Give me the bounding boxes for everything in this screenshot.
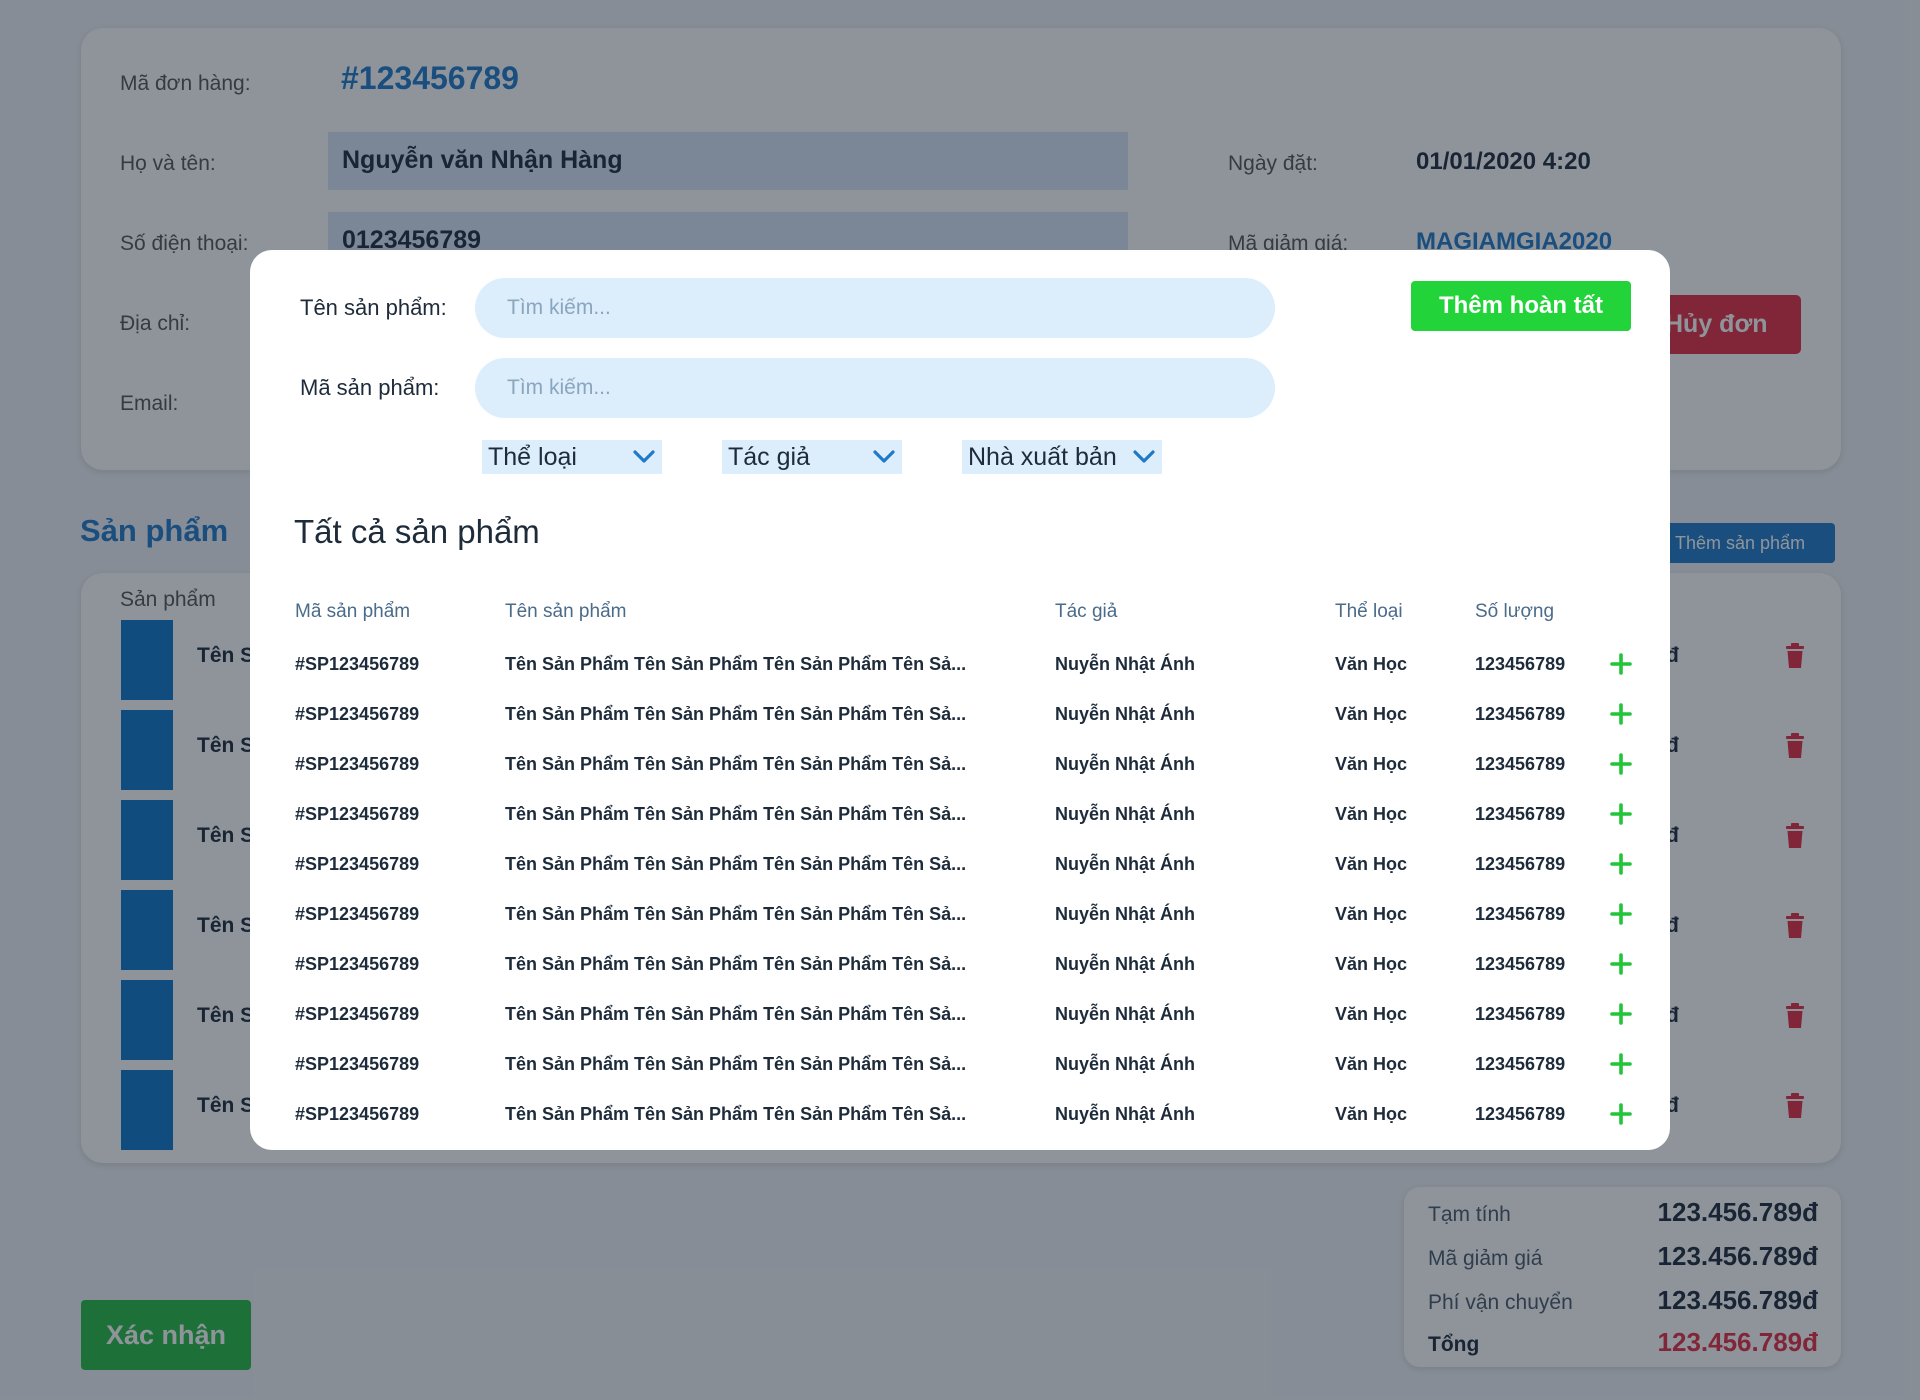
product-code-cell: #SP123456789 [295,1054,420,1074]
publisher-filter-label: Nhà xuất bản [968,443,1117,471]
product-author-cell: Nuyễn Nhật Ánh [1055,1004,1196,1024]
plus-icon[interactable] [1610,753,1632,775]
plus-icon[interactable] [1610,853,1632,875]
table-row: #SP123456789 Tên Sản Phẩm Tên Sản Phẩm Tê… [250,639,1670,689]
product-category-cell: Văn Học [1335,854,1408,874]
product-author-cell: Nuyễn Nhật Ánh [1055,804,1196,824]
plus-icon[interactable] [1610,703,1632,725]
table-row: #SP123456789 Tên Sản Phẩm Tên Sản Phẩm Tê… [250,989,1670,1039]
product-name-cell: Tên Sản Phẩm Tên Sản Phẩm Tên Sản Phẩm T… [505,854,967,874]
product-category-cell: Văn Học [1335,804,1408,824]
modal-title: Tất cả sản phẩm [294,513,540,550]
product-quantity-cell: 123456789 [1475,1054,1566,1074]
product-author-cell: Nuyễn Nhật Ánh [1055,854,1196,874]
product-code-cell: #SP123456789 [295,654,420,674]
plus-icon[interactable] [1610,1003,1632,1025]
plus-icon[interactable] [1610,803,1632,825]
column-header-author: Tác giả [1055,601,1118,622]
chevron-down-icon [873,450,895,463]
product-code-cell: #SP123456789 [295,854,420,874]
product-quantity-cell: 123456789 [1475,654,1566,674]
product-code-cell: #SP123456789 [295,704,420,724]
product-code-cell: #SP123456789 [295,1004,420,1024]
plus-icon[interactable] [1610,953,1632,975]
table-row: #SP123456789 Tên Sản Phẩm Tên Sản Phẩm Tê… [250,789,1670,839]
product-author-cell: Nuyễn Nhật Ánh [1055,754,1196,774]
product-name-cell: Tên Sản Phẩm Tên Sản Phẩm Tên Sản Phẩm T… [505,754,967,774]
product-category-cell: Văn Học [1335,954,1408,974]
table-row: #SP123456789 Tên Sản Phẩm Tên Sản Phẩm Tê… [250,689,1670,739]
column-header-name: Tên sản phẩm [505,601,627,622]
plus-icon[interactable] [1610,653,1632,675]
product-name-cell: Tên Sản Phẩm Tên Sản Phẩm Tên Sản Phẩm T… [505,1054,967,1074]
finish-adding-button[interactable]: Thêm hoàn tất [1411,281,1631,331]
product-name-cell: Tên Sản Phẩm Tên Sản Phẩm Tên Sản Phẩm T… [505,654,967,674]
chevron-down-icon [633,450,655,463]
table-row: #SP123456789 Tên Sản Phẩm Tên Sản Phẩm Tê… [250,1039,1670,1089]
product-category-cell: Văn Học [1335,704,1408,724]
product-quantity-cell: 123456789 [1475,754,1566,774]
product-code-cell: #SP123456789 [295,804,420,824]
product-author-cell: Nuyễn Nhật Ánh [1055,954,1196,974]
table-row: #SP123456789 Tên Sản Phẩm Tên Sản Phẩm Tê… [250,739,1670,789]
column-header-code: Mã sản phẩm [295,601,411,622]
product-code-cell: #SP123456789 [295,1104,420,1124]
product-category-cell: Văn Học [1335,1054,1408,1074]
table-row: #SP123456789 Tên Sản Phẩm Tên Sản Phẩm Tê… [250,839,1670,889]
product-quantity-cell: 123456789 [1475,1104,1566,1124]
plus-icon[interactable] [1610,1053,1632,1075]
product-category-cell: Văn Học [1335,1004,1408,1024]
product-category-cell: Văn Học [1335,1104,1408,1124]
product-quantity-cell: 123456789 [1475,954,1566,974]
product-code-cell: #SP123456789 [295,904,420,924]
author-filter-dropdown[interactable]: Tác giả [722,440,902,474]
plus-icon[interactable] [1610,1103,1632,1125]
product-name-cell: Tên Sản Phẩm Tên Sản Phẩm Tên Sản Phẩm T… [505,904,967,924]
category-filter-dropdown[interactable]: Thể loại [482,440,662,474]
code-search-input[interactable] [475,358,1275,418]
product-quantity-cell: 123456789 [1475,904,1566,924]
product-author-cell: Nuyễn Nhật Ánh [1055,904,1196,924]
product-category-cell: Văn Học [1335,904,1408,924]
table-row: #SP123456789 Tên Sản Phẩm Tên Sản Phẩm Tê… [250,889,1670,939]
product-name-cell: Tên Sản Phẩm Tên Sản Phẩm Tên Sản Phẩm T… [505,1004,967,1024]
product-name-cell: Tên Sản Phẩm Tên Sản Phẩm Tên Sản Phẩm T… [505,954,967,974]
name-search-input[interactable] [475,278,1275,338]
product-author-cell: Nuyễn Nhật Ánh [1055,1054,1196,1074]
product-category-cell: Văn Học [1335,754,1408,774]
add-product-modal: Tên sản phẩm: Mã sản phẩm: Thêm hoàn tất… [250,250,1670,1150]
product-code-cell: #SP123456789 [295,954,420,974]
table-row: #SP123456789 Tên Sản Phẩm Tên Sản Phẩm Tê… [250,939,1670,989]
plus-icon[interactable] [1610,903,1632,925]
product-name-cell: Tên Sản Phẩm Tên Sản Phẩm Tên Sản Phẩm T… [505,704,967,724]
product-quantity-cell: 123456789 [1475,704,1566,724]
column-header-category: Thể loại [1335,601,1403,622]
product-quantity-cell: 123456789 [1475,1004,1566,1024]
product-author-cell: Nuyễn Nhật Ánh [1055,1104,1196,1124]
author-filter-label: Tác giả [728,443,810,471]
code-search-label: Mã sản phẩm: [300,375,440,400]
product-quantity-cell: 123456789 [1475,804,1566,824]
product-name-cell: Tên Sản Phẩm Tên Sản Phẩm Tên Sản Phẩm T… [505,804,967,824]
product-author-cell: Nuyễn Nhật Ánh [1055,654,1196,674]
name-search-label: Tên sản phẩm: [300,295,447,320]
product-author-cell: Nuyễn Nhật Ánh [1055,704,1196,724]
product-code-cell: #SP123456789 [295,754,420,774]
publisher-filter-dropdown[interactable]: Nhà xuất bản [962,440,1162,474]
column-header-quantity: Số lượng [1475,601,1555,622]
product-name-cell: Tên Sản Phẩm Tên Sản Phẩm Tên Sản Phẩm T… [505,1104,967,1124]
table-row: #SP123456789 Tên Sản Phẩm Tên Sản Phẩm Tê… [250,1089,1670,1139]
category-filter-label: Thể loại [488,443,577,471]
product-quantity-cell: 123456789 [1475,854,1566,874]
product-category-cell: Văn Học [1335,654,1408,674]
chevron-down-icon [1133,450,1155,463]
